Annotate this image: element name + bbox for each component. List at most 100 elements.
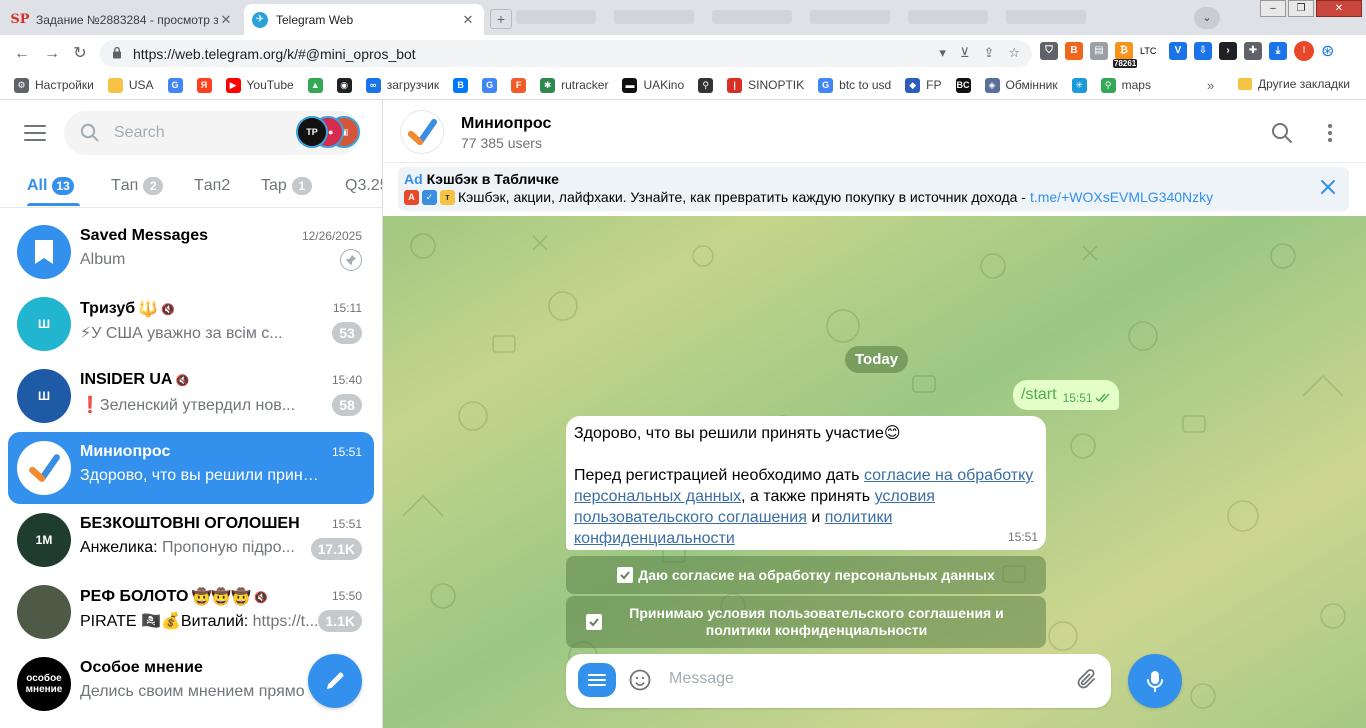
puzzle-icon[interactable]: ✚ (1244, 42, 1262, 60)
tab-all[interactable]: All 13 (27, 177, 74, 195)
sponsored-banner[interactable]: Ad Кэшбэк в Табличке А ✓ т Кэшбэк, акции, л… (383, 162, 1366, 216)
bookmark-item[interactable]: ✳ (1071, 77, 1087, 93)
close-icon[interactable] (1319, 178, 1337, 196)
stories-avatars[interactable]: TP●●▣ (296, 116, 360, 150)
background-tab[interactable] (810, 10, 890, 24)
download-box-icon[interactable]: ⇩ (1194, 42, 1212, 60)
bookmark-star-icon[interactable]: ☆ (1008, 45, 1020, 61)
new-chat-pencil-button[interactable] (308, 654, 362, 708)
drive-icon: ▲ (307, 77, 323, 93)
tab-tап[interactable]: Tап 2 (111, 177, 164, 195)
bookmark-item[interactable]: ▲ (307, 77, 323, 93)
bookmark-item[interactable]: ◈ Обмінник (984, 77, 1058, 93)
tab-tap[interactable]: Tap 1 (261, 177, 312, 195)
bookmark-item[interactable]: Gbtc to usd (818, 77, 891, 93)
chat-header[interactable]: Миниопрос 77 385 users (383, 100, 1366, 162)
search-icon[interactable] (1271, 122, 1293, 144)
bitcoin-icon[interactable]: ₿ 78261 (1113, 42, 1138, 68)
message-input[interactable]: Message (669, 670, 734, 688)
close-tab-icon[interactable]: ✕ (460, 12, 476, 28)
chat-item[interactable]: Миниопрос 15:51 Здорово, что вы решили при… (8, 432, 374, 504)
bookmark-item[interactable]: ◆ FP (905, 77, 942, 93)
ad-link[interactable]: t.me/+WOXsEVMLG340Nzky (1030, 189, 1213, 205)
consent-personal-data-button[interactable]: Даю согласие на обработку персональных д… (566, 556, 1046, 594)
background-tab[interactable] (908, 10, 988, 24)
bc-icon: BC (955, 77, 971, 93)
lock-icon[interactable] (112, 46, 122, 59)
bookmark-item[interactable]: ◉ (336, 77, 352, 93)
sponsored-content[interactable]: Ad Кэшбэк в Табличке А ✓ т Кэшбэк, акции, л… (398, 167, 1349, 211)
bookmarks-bar: ⚙ Настройки USA G Я ▶ YouTube ▲ ◉ ∞ загрузчик В G F ✱ r… (0, 71, 1366, 100)
browser-tab-telegram[interactable]: ✈ Telegram Web ✕ (244, 4, 484, 35)
chat-area: Миниопрос 77 385 users Ad Кэшбэк в Таблич… (383, 100, 1366, 728)
chat-item[interactable]: Ш Тризуб 🔱 🔇 15:11 ⚡У США уважно за всім с...… (8, 288, 374, 360)
download-icon[interactable]: ⤓ (1269, 42, 1287, 60)
bookmark-item[interactable]: ⚲ (698, 77, 714, 93)
chat-item[interactable]: Saved Messages 12/26/2025 Album (8, 216, 374, 288)
more-vertical-icon[interactable] (1319, 122, 1341, 144)
share-icon[interactable]: ⇪ (983, 45, 994, 61)
profile-avatar[interactable]: I (1294, 41, 1314, 61)
bookmark-item[interactable]: F (511, 77, 527, 93)
url-text[interactable]: https://web.telegram.org/k/#@mini_opros_… (133, 46, 416, 62)
bot-menu-button[interactable] (578, 663, 616, 697)
reload-icon[interactable]: ↻ (70, 44, 90, 64)
bookmark-item[interactable]: G (167, 77, 183, 93)
chat-name-text: Миниопрос (80, 443, 171, 460)
v-icon[interactable]: V (1169, 42, 1187, 60)
voice-record-button[interactable] (1128, 654, 1182, 708)
terminal-icon[interactable]: › (1219, 42, 1237, 60)
address-bar[interactable]: https://web.telegram.org/k/#@mini_opros_… (100, 40, 1032, 67)
incoming-message[interactable]: Здорово, что вы решили принять участие😊 … (566, 416, 1046, 550)
chat-item[interactable]: РЕФ БОЛОТО 🤠🤠🤠 🔇 15:50 PIRATE 🏴‍☠️💰Виталий: … (8, 576, 374, 648)
search-input[interactable]: Search TP●●▣ (64, 111, 361, 155)
dropdown-icon[interactable]: ▾ (939, 45, 946, 61)
window-close-button[interactable]: ✕ (1316, 0, 1362, 17)
bookmark-item[interactable]: ▶ YouTube (225, 77, 294, 93)
background-tab[interactable] (1006, 10, 1086, 24)
brave-lion-icon[interactable]: B (1065, 42, 1083, 60)
bookmark-item[interactable]: ∞ загрузчик (365, 77, 439, 93)
chat-item[interactable]: Ш INSIDER UA 🔇 15:40 ❗Зеленский утвердил нов… (8, 360, 374, 432)
shield-icon[interactable]: ⛉ (1040, 42, 1058, 60)
new-tab-button[interactable]: + (490, 9, 512, 29)
close-tab-icon[interactable]: ✕ (218, 12, 234, 28)
story-avatar[interactable]: TP (296, 116, 328, 148)
back-arrow-icon[interactable]: ← (12, 44, 32, 64)
chat-avatar[interactable] (400, 110, 444, 154)
ltc-icon[interactable]: LTC (1140, 46, 1162, 56)
emoji-icon[interactable] (628, 668, 652, 692)
bookmark-label: USA (128, 78, 154, 92)
bookmark-item[interactable]: ✱ rutracker (540, 77, 608, 93)
bookmark-item[interactable]: В (453, 77, 469, 93)
more-extensions-icon[interactable]: ⊛ (1321, 41, 1334, 61)
outgoing-message[interactable]: /start 15:51 (1013, 380, 1119, 410)
browser-tab-task[interactable]: SP Задание №2883284 - просмотр з ✕ (4, 4, 242, 35)
bookmark-item[interactable]: USA (107, 77, 154, 93)
more-bookmarks-icon[interactable]: » (1207, 78, 1214, 93)
install-app-icon[interactable]: ⊻ (960, 45, 970, 61)
tab-tап2[interactable]: Tап2 (194, 177, 230, 195)
minimize-button[interactable]: – (1260, 0, 1286, 17)
gear-icon: ⚙ (14, 77, 29, 93)
tab-search-chevron-icon[interactable]: ⌄ (1194, 7, 1220, 29)
bookmark-item[interactable]: ▬ UAKino (622, 77, 684, 93)
background-tab[interactable] (614, 10, 694, 24)
bookmark-item[interactable]: | SINOPTIK (727, 77, 804, 93)
maximize-button[interactable]: ❐ (1288, 0, 1314, 17)
bookmark-item[interactable]: BC (955, 77, 971, 93)
briefcase-icon[interactable]: ▤ (1090, 42, 1108, 60)
background-tab[interactable] (516, 10, 596, 24)
tab-q325[interactable]: Q3.25 (345, 177, 382, 195)
main-menu-hamburger-icon[interactable] (24, 125, 46, 141)
chat-item[interactable]: 1M БЕЗКОШТОВНІ ОГОЛОШЕН...🔇 15:51 Анжелика:… (8, 504, 374, 576)
bookmark-item[interactable]: Я (196, 77, 212, 93)
forward-arrow-icon[interactable]: → (42, 44, 62, 64)
bookmark-item[interactable]: ⚙ Настройки (14, 77, 94, 93)
attach-paperclip-icon[interactable] (1075, 668, 1099, 692)
other-bookmarks-folder[interactable]: Другие закладки (1238, 77, 1350, 91)
background-tab[interactable] (712, 10, 792, 24)
bookmark-item[interactable]: G (482, 77, 498, 93)
accept-terms-button[interactable]: Принимаю условия пользовательского согла… (566, 596, 1046, 648)
bookmark-item[interactable]: ⚲ maps (1100, 77, 1151, 93)
